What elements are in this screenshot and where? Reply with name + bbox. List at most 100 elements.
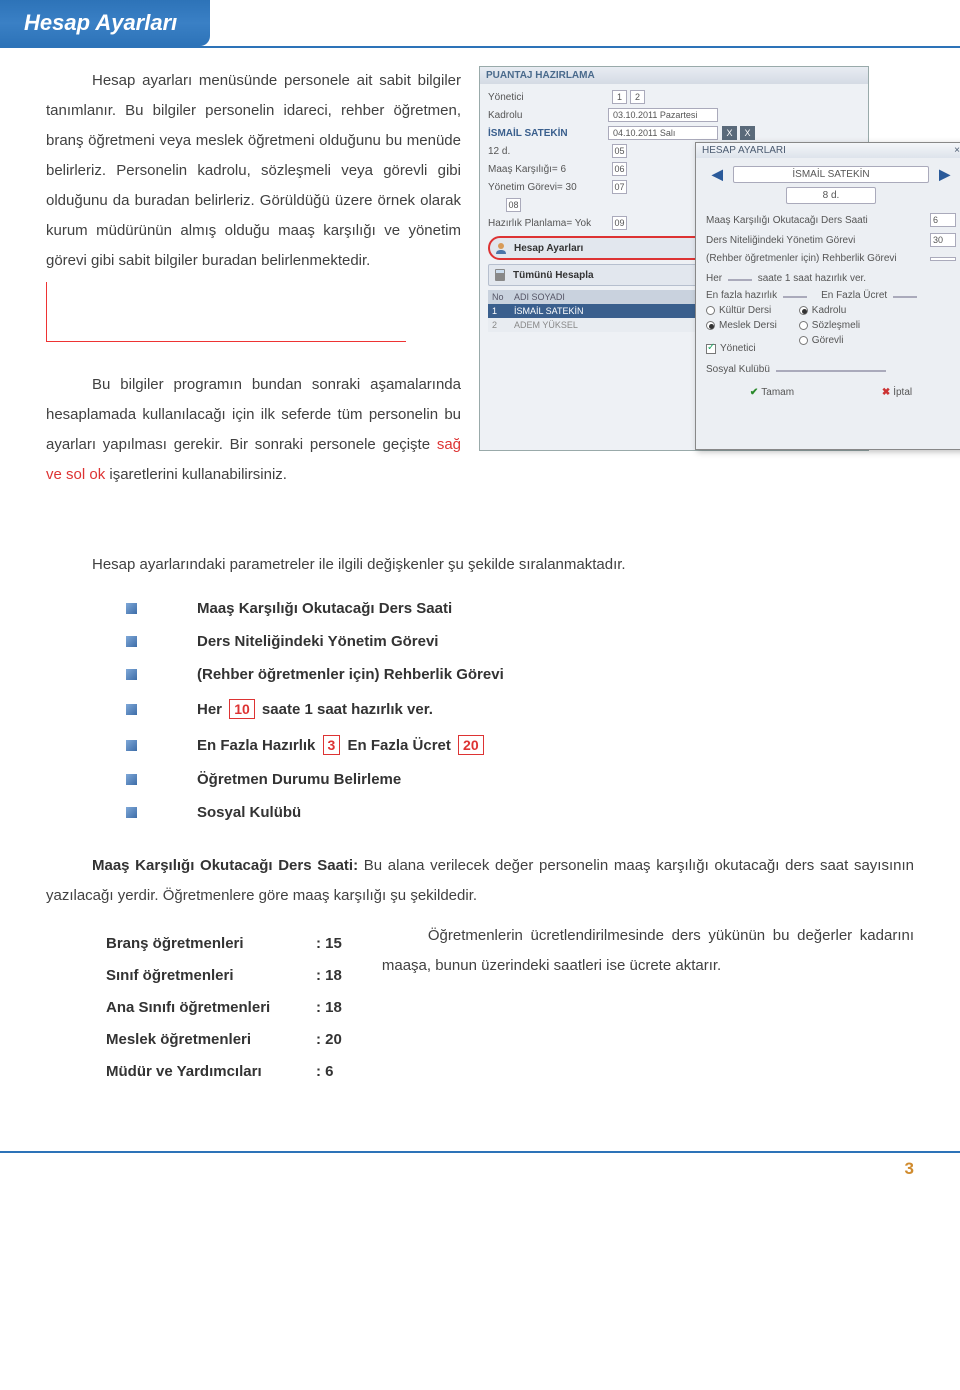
- calculator-icon: [493, 268, 507, 282]
- paragraph-3: Hesap ayarlarındaki parametreler ile ilg…: [46, 550, 914, 580]
- row-name: İSMAİL SATEKİN: [488, 128, 608, 139]
- row-12d: 12 d.: [488, 146, 608, 157]
- b4-a: Her: [197, 701, 226, 718]
- bullet-icon: [126, 603, 137, 614]
- day-05: 05: [612, 144, 627, 158]
- cancel-button[interactable]: ✖İptal: [882, 387, 912, 398]
- day-09: 09: [612, 216, 627, 230]
- row-yonetim: Yönetim Görevi= 30: [488, 182, 608, 193]
- dialog-title: HESAP AYARLARI: [702, 145, 786, 156]
- radio-gorevli-label: Görevli: [812, 335, 844, 346]
- tr3-key: Ana Sınıfı öğretmenleri: [106, 999, 316, 1016]
- radio-meslek-label: Meslek Dersi: [719, 320, 777, 331]
- radio-kadrolu[interactable]: Kadrolu: [799, 305, 860, 316]
- red-connector-line: [46, 282, 406, 342]
- row-kadrolu: Kadrolu: [488, 110, 608, 121]
- field2-label: Ders Niteliğindeki Yönetim Görevi: [706, 235, 930, 246]
- tr4-val: : 20: [316, 1031, 342, 1048]
- page-number: 3: [0, 1151, 960, 1195]
- b5-box2: 20: [458, 735, 484, 755]
- header-divider: [0, 46, 960, 48]
- b4-b: saate 1 saat hazırlık ver.: [258, 701, 433, 718]
- bullet-1: Maaş Karşılığı Okutacağı Ders Saati: [197, 600, 452, 617]
- person-name-field: İSMAİL SATEKİN: [733, 166, 929, 183]
- enf-input-2[interactable]: [893, 296, 917, 298]
- check-yonetici-label: Yönetici: [720, 343, 756, 354]
- paragraph-5: Öğretmenlerin ücretlendirilmesinde ders …: [382, 921, 914, 981]
- day-07: 07: [612, 180, 627, 194]
- radio-kadrolu-label: Kadrolu: [812, 305, 846, 316]
- ok-button[interactable]: ✔Tamam: [750, 387, 794, 398]
- field3-label: (Rehber öğretmenler için) Rehberlik Göre…: [706, 253, 930, 264]
- values-table: Branş öğretmenleri: 15 Sınıf öğretmenler…: [106, 935, 342, 1095]
- hesap-ayarlari-dialog: HESAP AYARLARI × ◀ İSMAİL SATEKİN ▶ 8 d.: [695, 142, 960, 450]
- her-row: Her saate 1 saat hazırlık ver.: [706, 273, 956, 284]
- her-input[interactable]: [728, 279, 752, 281]
- radio-meslek[interactable]: Meslek Dersi: [706, 320, 777, 331]
- row-yonetici: Yönetici: [488, 92, 608, 103]
- tr2-val: : 18: [316, 967, 342, 984]
- enf-input-1[interactable]: [783, 296, 807, 298]
- app-window-title: PUANTAJ HAZIRLAMA: [480, 67, 868, 84]
- field1-label: Maaş Karşılığı Okutacağı Ders Saati: [706, 215, 930, 226]
- field3-input[interactable]: [930, 257, 956, 261]
- check-yonetici[interactable]: Yönetici: [706, 343, 777, 354]
- p2-text-b: işaretlerini kullanabilirsiniz.: [105, 466, 287, 483]
- row-hazirlik: Hazırlık Planlama= Yok: [488, 218, 608, 229]
- sosyal-input[interactable]: [776, 370, 886, 372]
- tr5-key: Müdür ve Yardımcıları: [106, 1063, 316, 1080]
- radio-sozlesmeli-label: Sözleşmeli: [812, 320, 860, 331]
- paragraph-2: Bu bilgiler programın bundan sonraki aşa…: [46, 370, 461, 490]
- embedded-screenshot: PUANTAJ HAZIRLAMA Yönetici 1 2 Kadrolu 0…: [479, 66, 959, 451]
- x-icon: ✖: [882, 387, 890, 398]
- bullet-7: Sosyal Kulübü: [197, 804, 301, 821]
- date-1: 03.10.2011 Pazartesi: [608, 108, 718, 122]
- col-num-1: 1: [612, 90, 627, 104]
- prev-arrow-icon[interactable]: ◀: [706, 166, 729, 183]
- bullet-icon: [126, 636, 137, 647]
- bullet-icon: [126, 740, 137, 751]
- parameter-list: Maaş Karşılığı Okutacağı Ders Saati Ders…: [126, 600, 914, 821]
- bullet-icon: [126, 704, 137, 715]
- b5-b: En Fazla Ücret: [343, 737, 455, 754]
- person-sub-field: 8 d.: [786, 187, 876, 204]
- ok-label: Tamam: [761, 387, 794, 398]
- bullet-icon: [126, 669, 137, 680]
- close-icon[interactable]: ×: [954, 145, 960, 156]
- radio-gorevli[interactable]: Görevli: [799, 335, 860, 346]
- field1-input[interactable]: 6: [930, 213, 956, 227]
- her-label-b: saate 1 saat hazırlık ver.: [758, 273, 866, 284]
- her-label-a: Her: [706, 273, 722, 284]
- tr1-val: : 15: [316, 935, 342, 952]
- sosyal-label: Sosyal Kulübü: [706, 364, 770, 375]
- tr5-val: : 6: [316, 1063, 334, 1080]
- col-no: No: [488, 290, 510, 304]
- user-icon: [494, 241, 508, 255]
- b4-box: 10: [229, 699, 255, 719]
- bullet-2: Ders Niteliğindeki Yönetim Görevi: [197, 633, 438, 650]
- enfazla-row: En fazla hazırlık En Fazla Ücret: [706, 290, 956, 301]
- b5-a: En Fazla Hazırlık: [197, 737, 320, 754]
- bullet-icon: [126, 807, 137, 818]
- bullet-3: (Rehber öğretmenler için) Rehberlik Göre…: [197, 666, 504, 683]
- check-icon: ✔: [750, 387, 758, 398]
- cancel-label: İptal: [893, 387, 912, 398]
- enf-label-a: En fazla hazırlık: [706, 290, 777, 301]
- hesap-ayarlari-label: Hesap Ayarları: [514, 243, 583, 254]
- radio-sozlesmeli[interactable]: Sözleşmeli: [799, 320, 860, 331]
- field2-input[interactable]: 30: [930, 233, 956, 247]
- bullet-5: En Fazla Hazırlık 3 En Fazla Ücret 20: [197, 735, 487, 755]
- b5-box1: 3: [323, 735, 341, 755]
- p4-heading: Maaş Karşılığı Okutacağı Ders Saati:: [92, 857, 358, 874]
- next-arrow-icon[interactable]: ▶: [933, 166, 956, 183]
- page-title: Hesap Ayarları: [0, 0, 210, 46]
- row-maas: Maaş Karşılığı= 6: [488, 164, 608, 175]
- tumunu-hesapla-label: Tümünü Hesapla: [513, 270, 594, 281]
- tr2-key: Sınıf öğretmenleri: [106, 967, 316, 984]
- radio-kultur-label: Kültür Dersi: [719, 305, 771, 316]
- radio-kultur[interactable]: Kültür Dersi: [706, 305, 777, 316]
- bullet-6: Öğretmen Durumu Belirleme: [197, 771, 401, 788]
- date-2: 04.10.2011 Salı: [608, 126, 718, 140]
- row1-no: 1: [488, 304, 510, 318]
- bullet-icon: [126, 774, 137, 785]
